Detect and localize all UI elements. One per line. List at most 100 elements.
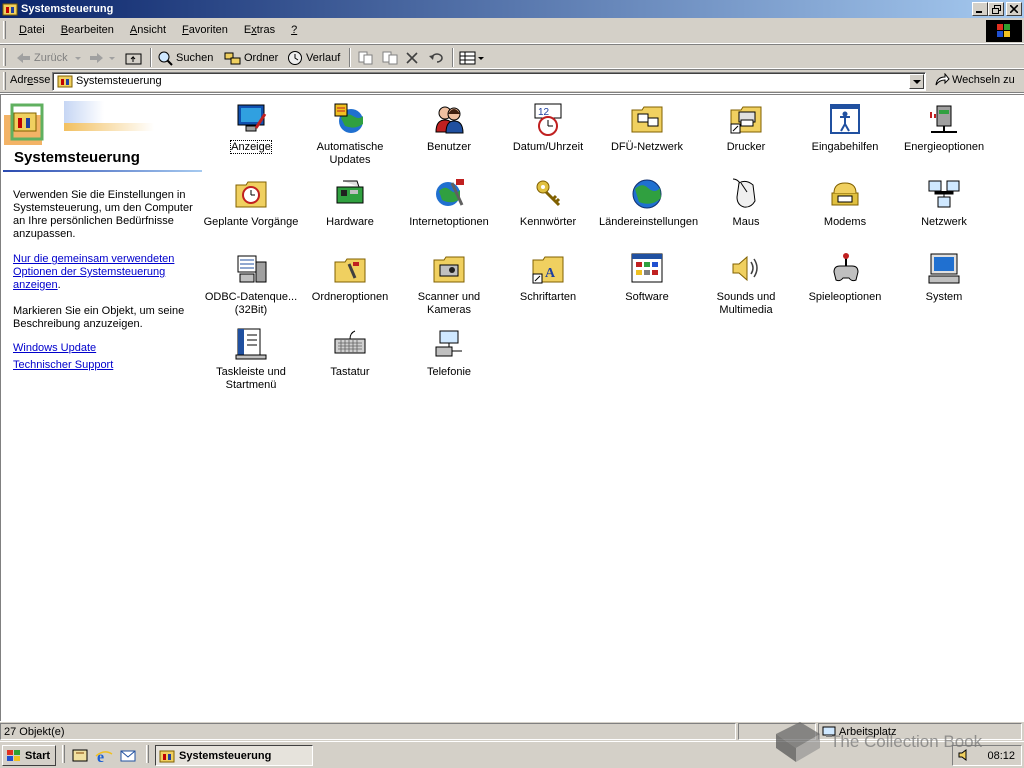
object-count: 27 Objekt(e): [0, 723, 736, 740]
go-button[interactable]: Wechseln zu: [934, 73, 1015, 87]
back-arrow-icon: [17, 52, 30, 63]
support-link[interactable]: Technischer Support: [13, 359, 193, 372]
menu-datei[interactable]: Datei: [11, 24, 53, 36]
restore-button[interactable]: [988, 2, 1004, 16]
search-icon: [158, 51, 173, 66]
address-field[interactable]: Systemsteuerung: [52, 72, 926, 91]
search-button[interactable]: Suchen: [157, 48, 213, 67]
pane-description: Verwenden Sie die Einstellungen in Syste…: [13, 189, 193, 240]
control-panel-item[interactable]: Drucker: [698, 102, 794, 154]
menu-favoriten[interactable]: Favoriten: [174, 24, 236, 36]
control-panel-item[interactable]: Eingabehilfen: [797, 102, 893, 154]
forward-button[interactable]: [88, 48, 118, 67]
passwords-icon: [536, 180, 561, 207]
control-panel-item[interactable]: Scanner und Kameras: [401, 252, 497, 317]
scheduled-tasks-icon: [235, 181, 267, 208]
control-panel-item[interactable]: Kennwörter: [500, 177, 596, 229]
toolbar-grip[interactable]: [3, 48, 6, 66]
item-label: Drucker: [726, 141, 766, 153]
volume-icon[interactable]: [957, 748, 971, 762]
control-panel-item[interactable]: Taskleiste und Startmenü: [203, 327, 299, 392]
control-panel-item[interactable]: DFÜ-Netzwerk: [599, 102, 695, 154]
internet-explorer-icon[interactable]: e: [95, 747, 113, 765]
views-button[interactable]: [459, 48, 485, 67]
control-panel-item[interactable]: Automatische Updates: [302, 102, 398, 167]
control-panel-item[interactable]: Telefonie: [401, 327, 497, 379]
title-bar[interactable]: Systemsteuerung: [0, 0, 1024, 18]
control-panel-item[interactable]: 12 Datum/Uhrzeit: [500, 102, 596, 154]
system-icon: [928, 253, 960, 284]
control-panel-item[interactable]: Geplante Vorgänge: [203, 177, 299, 229]
menu-grip[interactable]: [3, 21, 6, 39]
chevron-down-icon: [478, 56, 484, 60]
control-panel-item[interactable]: Benutzer: [401, 102, 497, 154]
item-label: Automatische Updates: [316, 141, 384, 166]
control-panel-item[interactable]: System: [896, 252, 992, 304]
control-panel-item[interactable]: Sounds und Multimedia: [698, 252, 794, 317]
minimize-button[interactable]: [972, 2, 988, 16]
menu-bearbeiten[interactable]: Bearbeiten: [53, 24, 122, 36]
folders-label: Ordner: [244, 51, 279, 64]
system-tray: 08:12: [952, 745, 1022, 766]
item-label: Taskleiste und Startmenü: [216, 366, 286, 391]
control-panel-item[interactable]: Netzwerk: [896, 177, 992, 229]
control-panel-item[interactable]: Tastatur: [302, 327, 398, 379]
power-options-icon: [930, 105, 957, 133]
item-label: Benutzer: [426, 141, 472, 153]
back-label: Zurück: [34, 51, 68, 64]
control-panel-item[interactable]: Ländereinstellungen: [599, 177, 698, 229]
start-button[interactable]: Start: [2, 745, 56, 766]
folders-button[interactable]: Ordner: [224, 48, 278, 67]
undo-button[interactable]: [428, 48, 444, 67]
outlook-express-icon[interactable]: [119, 747, 137, 765]
printers-icon: [730, 106, 762, 134]
undo-icon: [429, 52, 443, 63]
control-panel-item[interactable]: ODBC-Datenque... (32Bit): [203, 252, 299, 317]
svg-text:A: A: [545, 266, 556, 281]
control-panel-item[interactable]: Hardware: [302, 177, 398, 229]
copy-to-icon: [382, 51, 398, 64]
control-panel-item[interactable]: Modems: [797, 177, 893, 229]
back-button[interactable]: Zurück: [16, 48, 84, 67]
copy-to-button[interactable]: [381, 48, 399, 67]
control-panel-item[interactable]: A Schriftarten: [500, 252, 596, 304]
control-panel-item[interactable]: Ordneroptionen: [302, 252, 398, 304]
minimize-icon: [976, 11, 982, 13]
history-button[interactable]: Verlauf: [287, 48, 340, 67]
control-panel-item[interactable]: Energieoptionen: [896, 102, 992, 154]
item-label: System: [925, 291, 963, 303]
folder-view[interactable]: Systemsteuerung Verwenden Sie die Einste…: [0, 94, 1024, 721]
delete-button[interactable]: [405, 48, 419, 67]
windows-update-link[interactable]: Windows Update: [13, 342, 193, 355]
address-grip[interactable]: [3, 72, 6, 90]
start-label: Start: [25, 749, 51, 762]
up-folder-button[interactable]: [125, 48, 143, 67]
sounds-multimedia-icon: [732, 255, 758, 282]
go-arrow-icon: [935, 73, 950, 86]
control-panel-item[interactable]: Internetoptionen: [401, 177, 497, 229]
control-panel-item[interactable]: Anzeige: [203, 102, 299, 154]
zone-panel: Arbeitsplatz: [818, 723, 1022, 740]
item-label: Datum/Uhrzeit: [512, 141, 584, 153]
telephony-icon: [435, 330, 462, 357]
shared-options-link[interactable]: Nur die gemeinsam verwendeten Optionen d…: [13, 253, 174, 291]
control-panel-item[interactable]: Software: [599, 252, 695, 304]
chevron-down-icon: [109, 56, 115, 60]
menu-bar: Datei Bearbeiten Ansicht Favoriten Extra…: [0, 18, 1024, 44]
show-desktop-icon[interactable]: [71, 747, 89, 765]
move-to-button[interactable]: [357, 48, 375, 67]
windows-logo-icon: [7, 749, 20, 761]
menu-help[interactable]: ?: [283, 24, 305, 36]
menu-ansicht[interactable]: Ansicht: [122, 24, 174, 36]
address-dropdown-button[interactable]: [909, 74, 924, 89]
users-icon: [435, 106, 464, 134]
task-button-systemsteuerung[interactable]: Systemsteuerung: [155, 745, 313, 766]
modems-icon: [831, 182, 859, 206]
control-panel-item[interactable]: Maus: [698, 177, 794, 229]
clock[interactable]: 08:12: [987, 750, 1015, 762]
history-icon: [288, 50, 302, 65]
menu-extras[interactable]: Extras: [236, 24, 283, 36]
mouse-icon: [732, 178, 756, 208]
control-panel-item[interactable]: Spieleoptionen: [797, 252, 893, 304]
close-button[interactable]: [1006, 2, 1022, 16]
